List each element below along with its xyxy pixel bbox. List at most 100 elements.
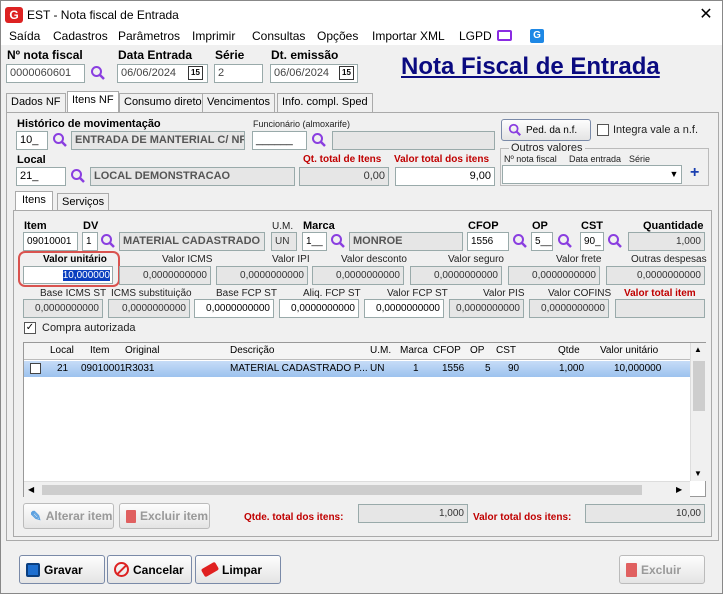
scroll-up-icon[interactable]: ▲ — [694, 345, 702, 354]
valor-fcp-st-field[interactable]: 0,0000000000 — [364, 299, 444, 318]
pencil-icon: ✎ — [30, 507, 42, 524]
icms-substituicao-label: ICMS substituição — [111, 288, 192, 299]
col-original[interactable]: Original — [125, 343, 159, 359]
valor-total-itens-label: Valor total dos itens: — [473, 512, 572, 523]
alterar-item-button[interactable]: ✎ Alterar item — [23, 503, 114, 529]
valor-frete-field: 0,0000000000 — [508, 266, 600, 285]
menu-importar-xml[interactable]: Importar XML — [372, 29, 445, 43]
tab-itens-nf[interactable]: Itens NF — [67, 91, 119, 112]
local-code[interactable]: 21_ — [16, 167, 66, 186]
col-op[interactable]: OP — [470, 343, 484, 359]
tab-info-compl[interactable]: Info. compl. Sped — [277, 93, 373, 112]
search-icon[interactable] — [70, 168, 86, 184]
cfop-field[interactable]: 1556 — [467, 232, 509, 251]
chevron-down-icon[interactable]: ▼ — [668, 167, 680, 182]
tab-consumo-direto[interactable]: Consumo direto — [119, 93, 207, 112]
scroll-left-icon[interactable]: ◀ — [28, 485, 34, 494]
limpar-button[interactable]: Limpar — [195, 555, 281, 584]
search-icon[interactable] — [100, 233, 116, 249]
search-icon[interactable] — [311, 132, 327, 148]
menu-opcoes[interactable]: Opções — [317, 29, 358, 43]
menu-saida[interactable]: Saída — [9, 29, 40, 43]
col-qtde[interactable]: Qtde — [558, 343, 580, 359]
aliq-fcp-st-field[interactable]: 0,0000000000 — [279, 299, 359, 318]
um-label: U.M. — [272, 221, 294, 232]
valor-cofins-label: Valor COFINS — [548, 288, 612, 299]
scroll-hthumb[interactable] — [42, 485, 642, 495]
item-field[interactable]: 09010001 — [23, 232, 78, 251]
cfop-label: CFOP — [468, 220, 499, 232]
calendar-icon[interactable]: 15 — [188, 66, 203, 80]
menu-lgpd[interactable]: LGPD — [459, 29, 492, 43]
marca-code[interactable]: 1__ — [302, 232, 327, 251]
tab-dados-nf[interactable]: Dados NF — [6, 93, 66, 112]
valor-unitario-label: Valor unitário — [43, 254, 107, 265]
outros-valores-select[interactable] — [502, 165, 682, 184]
horizontal-scrollbar[interactable]: ◀ ▶ — [24, 481, 690, 497]
search-icon[interactable] — [52, 132, 68, 148]
search-icon[interactable] — [607, 233, 623, 249]
col-marca[interactable]: Marca — [400, 343, 428, 359]
close-icon[interactable]: ✕ — [694, 5, 718, 25]
tab-itens[interactable]: Itens — [15, 191, 53, 211]
table-row[interactable]: 21 09010001 R3031 MATERIAL CADASTRADO P.… — [24, 361, 690, 377]
col-cst[interactable]: CST — [496, 343, 516, 359]
excluir-item-button[interactable]: Excluir item — [119, 503, 210, 529]
menu-imprimir[interactable]: Imprimir — [192, 29, 235, 43]
valor-fcp-st-label: Valor FCP ST — [387, 288, 448, 299]
qt-total-field: 0,00 — [299, 167, 389, 186]
cancelar-button[interactable]: Cancelar — [107, 555, 192, 584]
menu-cadastros[interactable]: Cadastros — [53, 29, 108, 43]
dv-label: DV — [83, 220, 99, 232]
monitor-icon[interactable] — [497, 30, 512, 41]
vertical-scrollbar[interactable]: ▲ ▼ — [690, 343, 706, 481]
historico-label: Histórico de movimentação — [17, 118, 161, 130]
qt-total-label: Qt. total de Itens — [303, 154, 382, 165]
funcionario-code[interactable]: ______ — [252, 131, 307, 150]
serie-field[interactable]: 2 — [214, 64, 263, 83]
pedido-button[interactable]: Ped. da n.f. — [501, 119, 591, 141]
col-local[interactable]: Local — [50, 343, 74, 359]
row-checkbox[interactable] — [30, 363, 41, 374]
scroll-down-icon[interactable]: ▼ — [694, 469, 702, 478]
col-um[interactable]: U.M. — [370, 343, 391, 359]
nota-field[interactable]: 0000060601 — [6, 64, 85, 83]
scroll-right-icon[interactable]: ▶ — [676, 485, 682, 494]
scroll-thumb[interactable] — [693, 361, 705, 411]
valor-unitario-field[interactable]: 10,000000 — [23, 266, 113, 284]
search-icon[interactable] — [512, 233, 528, 249]
valor-desconto-field: 0,0000000000 — [312, 266, 404, 285]
search-icon[interactable] — [330, 233, 346, 249]
col-valor-unitario[interactable]: Valor unitário — [600, 343, 658, 359]
valor-icms-label: Valor ICMS — [162, 254, 213, 265]
compra-checkbox[interactable]: ✓ — [24, 322, 36, 334]
valor-pis-label: Valor PIS — [483, 288, 525, 299]
tab-servicos[interactable]: Serviços — [57, 193, 110, 211]
qtde-total-label: Qtde. total dos itens: — [244, 512, 344, 523]
menu-consultas[interactable]: Consultas — [252, 29, 305, 43]
cst-field[interactable]: 90_ — [580, 232, 604, 251]
valor-total-field[interactable]: 9,00 — [395, 167, 495, 186]
cell-cst: 90 — [508, 363, 520, 374]
col-item[interactable]: Item — [90, 343, 109, 359]
tab-vencimentos[interactable]: Vencimentos — [202, 93, 275, 112]
historico-code[interactable]: 10_ — [16, 131, 48, 150]
col-descricao[interactable]: Descrição — [230, 343, 274, 359]
excluir-button[interactable]: Excluir — [619, 555, 705, 584]
op-field[interactable]: 5__ — [531, 232, 553, 251]
gravar-button[interactable]: Gravar — [19, 555, 105, 584]
calendar-icon[interactable]: 15 — [339, 66, 354, 80]
col-cfop[interactable]: CFOP — [433, 343, 461, 359]
integra-checkbox[interactable] — [597, 124, 609, 136]
title-bar: G EST - Nota fiscal de Entrada ✕ — [1, 1, 722, 29]
search-icon[interactable] — [557, 233, 573, 249]
menu-parametros[interactable]: Parâmetros — [118, 29, 180, 43]
app-g-icon[interactable]: G — [530, 29, 544, 43]
valor-frete-label: Valor frete — [556, 254, 602, 265]
dv-field[interactable]: 1 — [82, 232, 98, 251]
cell-um: UN — [370, 363, 385, 374]
add-icon[interactable]: + — [690, 164, 699, 182]
base-fcp-st-field[interactable]: 0,0000000000 — [194, 299, 274, 318]
search-icon[interactable] — [90, 65, 106, 81]
limpar-label: Limpar — [222, 562, 263, 577]
